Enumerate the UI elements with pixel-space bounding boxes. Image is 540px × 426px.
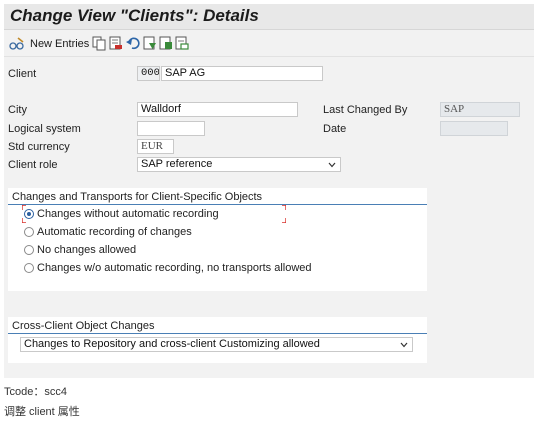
- undo-icon[interactable]: [126, 36, 140, 51]
- new-entries-label: New Entries: [30, 38, 90, 50]
- copy-icon[interactable]: [92, 36, 106, 51]
- radio-label: Changes without automatic recording: [37, 208, 219, 220]
- sap-window: Change View "Clients": Details New Entri…: [4, 4, 534, 378]
- radio-button-selected[interactable]: [24, 209, 34, 219]
- radio-changes-without-recording[interactable]: Changes without automatic recording: [24, 207, 219, 221]
- radio-no-transports-allowed[interactable]: Changes w/o automatic recording, no tran…: [24, 261, 312, 275]
- logical-system-field[interactable]: [137, 121, 205, 136]
- select-block-icon[interactable]: [159, 36, 173, 51]
- description-caption: 调整 client 属性: [4, 406, 80, 418]
- new-entries-button[interactable]: New Entries: [6, 34, 92, 54]
- city-label: City: [8, 104, 27, 116]
- client-role-label: Client role: [8, 159, 58, 171]
- city-field[interactable]: Walldorf: [137, 102, 298, 117]
- std-currency-label: Std currency: [8, 141, 70, 153]
- tcode-caption: Tcode：scc4: [4, 386, 67, 398]
- changes-transports-group: Changes and Transports for Client-Specif…: [8, 188, 427, 291]
- radio-button[interactable]: [24, 245, 34, 255]
- std-currency-field[interactable]: EUR: [137, 139, 174, 154]
- delete-icon[interactable]: [109, 36, 123, 51]
- page-title: Change View "Clients": Details: [10, 6, 259, 25]
- logical-system-label: Logical system: [8, 123, 81, 135]
- last-changed-by-label: Last Changed By: [323, 104, 408, 116]
- radio-label: No changes allowed: [37, 244, 137, 256]
- radio-label: Changes w/o automatic recording, no tran…: [37, 262, 312, 274]
- cross-client-group: Cross-Client Object Changes Changes to R…: [8, 317, 427, 363]
- cross-client-title: Cross-Client Object Changes: [12, 320, 155, 332]
- cross-client-dropdown[interactable]: Changes to Repository and cross-client C…: [20, 337, 413, 352]
- group-divider: [8, 333, 427, 334]
- radio-button[interactable]: [24, 227, 34, 237]
- radio-automatic-recording[interactable]: Automatic recording of changes: [24, 225, 192, 239]
- radio-label: Automatic recording of changes: [37, 226, 192, 238]
- chevron-down-icon: [400, 342, 408, 348]
- client-role-value: SAP reference: [141, 158, 213, 170]
- select-all-icon[interactable]: [143, 36, 157, 51]
- title-bar: Change View "Clients": Details: [4, 4, 534, 30]
- application-toolbar: New Entries: [4, 31, 534, 57]
- changes-transports-title: Changes and Transports for Client-Specif…: [12, 191, 263, 203]
- radio-button[interactable]: [24, 263, 34, 273]
- chevron-down-icon: [328, 162, 336, 168]
- deselect-all-icon[interactable]: [175, 36, 189, 51]
- glasses-edit-icon: [9, 37, 24, 50]
- client-role-dropdown[interactable]: SAP reference: [137, 157, 341, 172]
- client-label: Client: [8, 68, 37, 80]
- date-label: Date: [323, 123, 347, 135]
- client-number-field: 000: [137, 66, 160, 81]
- cross-client-value: Changes to Repository and cross-client C…: [24, 338, 320, 350]
- last-changed-by-field: SAP: [440, 102, 520, 117]
- date-field: [440, 121, 508, 136]
- client-name-field[interactable]: SAP AG: [161, 66, 323, 81]
- radio-no-changes-allowed[interactable]: No changes allowed: [24, 243, 136, 257]
